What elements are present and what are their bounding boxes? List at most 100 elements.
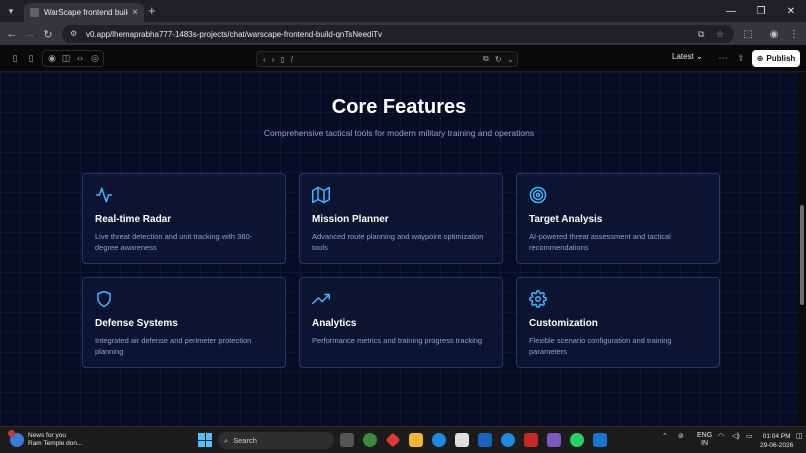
tray-chevron-icon[interactable]: ⌃ (662, 432, 668, 440)
tab-close-icon[interactable]: × (132, 7, 138, 18)
preview-url-bar[interactable]: ‹ › ▯ / ⧉ ↻ ⌄ (256, 51, 518, 67)
site-info-icon[interactable]: ⚙ (70, 29, 80, 39)
file-explorer-icon[interactable] (409, 433, 423, 447)
mail-icon[interactable] (478, 433, 492, 447)
clock-time: 01:04 PM (762, 433, 791, 440)
preview-forward-icon[interactable]: › (272, 55, 275, 64)
preview-eye-icon[interactable]: ◉ (45, 51, 59, 65)
new-tab-button[interactable]: + (148, 3, 156, 18)
task-view-icon[interactable] (340, 433, 354, 447)
clock-date: 29-06-2026 (760, 442, 794, 449)
address-bar[interactable]: ⚙ v0.app/lhemaprabha777-1483s-projects/c… (62, 25, 734, 43)
windows-start-icon[interactable] (198, 433, 212, 447)
minimize-button[interactable]: — (716, 0, 746, 22)
section-subtitle: Comprehensive tactical tools for modern … (263, 128, 535, 138)
globe-icon: ⊕ (756, 54, 764, 63)
code-view-icon[interactable]: ‹› (73, 51, 87, 65)
search-label: Search (233, 436, 257, 445)
v0-app-bar: ▯ ▯ ◉ ◫ ‹› ◎ ‹ › ▯ / ⧉ ↻ ⌄ Latest ⌄ ⋯ ⇪ … (0, 45, 806, 72)
news-subtitle: Ram Temple don... (28, 440, 83, 447)
activity-pulse-icon (95, 187, 113, 203)
browser-tab-active[interactable]: WarScape frontend build - v0 by × (24, 3, 144, 22)
language-indicator[interactable]: ENG IN (697, 432, 712, 448)
target-icon (529, 186, 547, 204)
news-widget[interactable]: News for you Ram Temple don... (8, 430, 83, 448)
system-clock[interactable]: 01:04 PM 29-06-2026 (760, 432, 793, 450)
feature-title: Real-time Radar (95, 214, 172, 225)
forward-arrow-icon[interactable]: → (22, 26, 38, 42)
browser-menu-icon[interactable]: ⋮ (786, 26, 802, 42)
notification-badge (8, 430, 15, 437)
trending-up-icon (312, 293, 330, 305)
publish-button[interactable]: ⊕ Publish (752, 50, 800, 67)
news-title: News for you (28, 432, 66, 439)
back-arrow-icon[interactable]: ← (4, 26, 20, 42)
app-shield-icon[interactable] (524, 433, 538, 447)
publish-label: Publish (766, 54, 796, 63)
panel-toggle-icon[interactable]: ▯ (24, 51, 38, 65)
version-label: Latest (672, 52, 694, 61)
wifi-icon[interactable]: ◠ (718, 432, 724, 440)
feature-card-customization: Customization Flexible scenario configur… (516, 277, 720, 368)
map-icon (312, 186, 330, 204)
install-app-icon[interactable]: ⧉ (698, 25, 704, 43)
feature-description: Advanced route planning and waypoint opt… (312, 232, 484, 252)
app-red-diamond-icon[interactable] (385, 432, 401, 448)
sidebar-toggle-icon[interactable]: ▯ (8, 51, 22, 65)
design-mode-icon[interactable]: ◫ (59, 51, 73, 65)
notifications-icon[interactable]: ◫ (796, 432, 803, 440)
reload-icon[interactable]: ↻ (40, 26, 56, 42)
feature-description: Performance metrics and training progres… (312, 336, 483, 345)
tab-favicon-icon (30, 8, 39, 17)
copilot-icon[interactable] (547, 433, 561, 447)
chrome-icon[interactable] (363, 433, 377, 447)
feature-title: Analytics (312, 318, 357, 329)
search-icon: ⌕ (224, 435, 229, 445)
preview-back-icon[interactable]: ‹ (263, 55, 266, 64)
close-window-button[interactable]: ✕ (776, 0, 806, 22)
more-options-icon[interactable]: ⋯ (716, 51, 730, 65)
browser-toolbar: ← → ↻ ⚙ v0.app/lhemaprabha777-1483s-proj… (0, 22, 806, 45)
device-icon[interactable]: ▯ (280, 55, 284, 64)
preview-chevron-down-icon[interactable]: ⌄ (507, 55, 514, 64)
feature-title: Defense Systems (95, 318, 178, 329)
bookmark-star-icon[interactable]: ☆ (716, 25, 724, 43)
shield-icon (97, 290, 111, 308)
feature-card-mission-planner: Mission Planner Advanced route planning … (299, 173, 503, 264)
store-icon[interactable] (455, 433, 469, 447)
taskbar-search[interactable]: ⌕ Search (218, 432, 334, 449)
weather-news-icon (8, 430, 24, 447)
feature-card-analytics: Analytics Performance metrics and traini… (299, 277, 503, 368)
remote-desktop-icon[interactable] (593, 433, 607, 447)
edge-icon[interactable] (432, 433, 446, 447)
tray-app-icon[interactable]: ⊘ (678, 432, 684, 440)
lang-bottom: IN (701, 440, 709, 447)
preview-refresh-icon[interactable]: ↻ (495, 55, 502, 64)
address-text: v0.app/lhemaprabha777-1483s-projects/cha… (86, 29, 383, 39)
browser-tab-bar: ▾ WarScape frontend build - v0 by × + — … (0, 0, 806, 22)
feature-description: Live threat detection and unit tracking … (95, 232, 253, 252)
feature-description: Integrated air defense and perimeter pro… (95, 336, 252, 356)
windows-taskbar: News for you Ram Temple don... ⌕ Search … (0, 426, 806, 453)
whatsapp-icon[interactable] (570, 433, 584, 447)
restore-button[interactable]: ❐ (746, 0, 776, 22)
database-icon[interactable]: ◎ (88, 51, 102, 65)
gear-icon (529, 290, 547, 308)
section-title: Core Features (331, 96, 467, 118)
share-icon[interactable]: ⇪ (734, 51, 748, 65)
tab-title: WarScape frontend build - v0 by (44, 8, 128, 17)
feature-card-radar: Real-time Radar Live threat detection an… (82, 173, 286, 264)
open-external-icon[interactable]: ⧉ (483, 54, 489, 64)
volume-icon[interactable]: ◁) (732, 432, 740, 440)
tab-search-icon[interactable]: ▾ (3, 3, 19, 19)
feature-description: Flexible scenario configuration and trai… (529, 336, 672, 356)
feature-title: Mission Planner (312, 214, 389, 225)
help-icon[interactable] (501, 433, 515, 447)
version-selector[interactable]: Latest ⌄ (672, 52, 703, 61)
profile-avatar-icon[interactable]: ◉ (766, 26, 782, 42)
feature-card-defense-systems: Defense Systems Integrated air defense a… (82, 277, 286, 368)
extensions-icon[interactable]: ⬚ (740, 26, 756, 42)
page-scrollbar-thumb[interactable] (800, 205, 804, 305)
battery-icon[interactable]: ▭ (746, 432, 753, 440)
feature-description: AI-powered threat assessment and tactica… (529, 232, 671, 252)
